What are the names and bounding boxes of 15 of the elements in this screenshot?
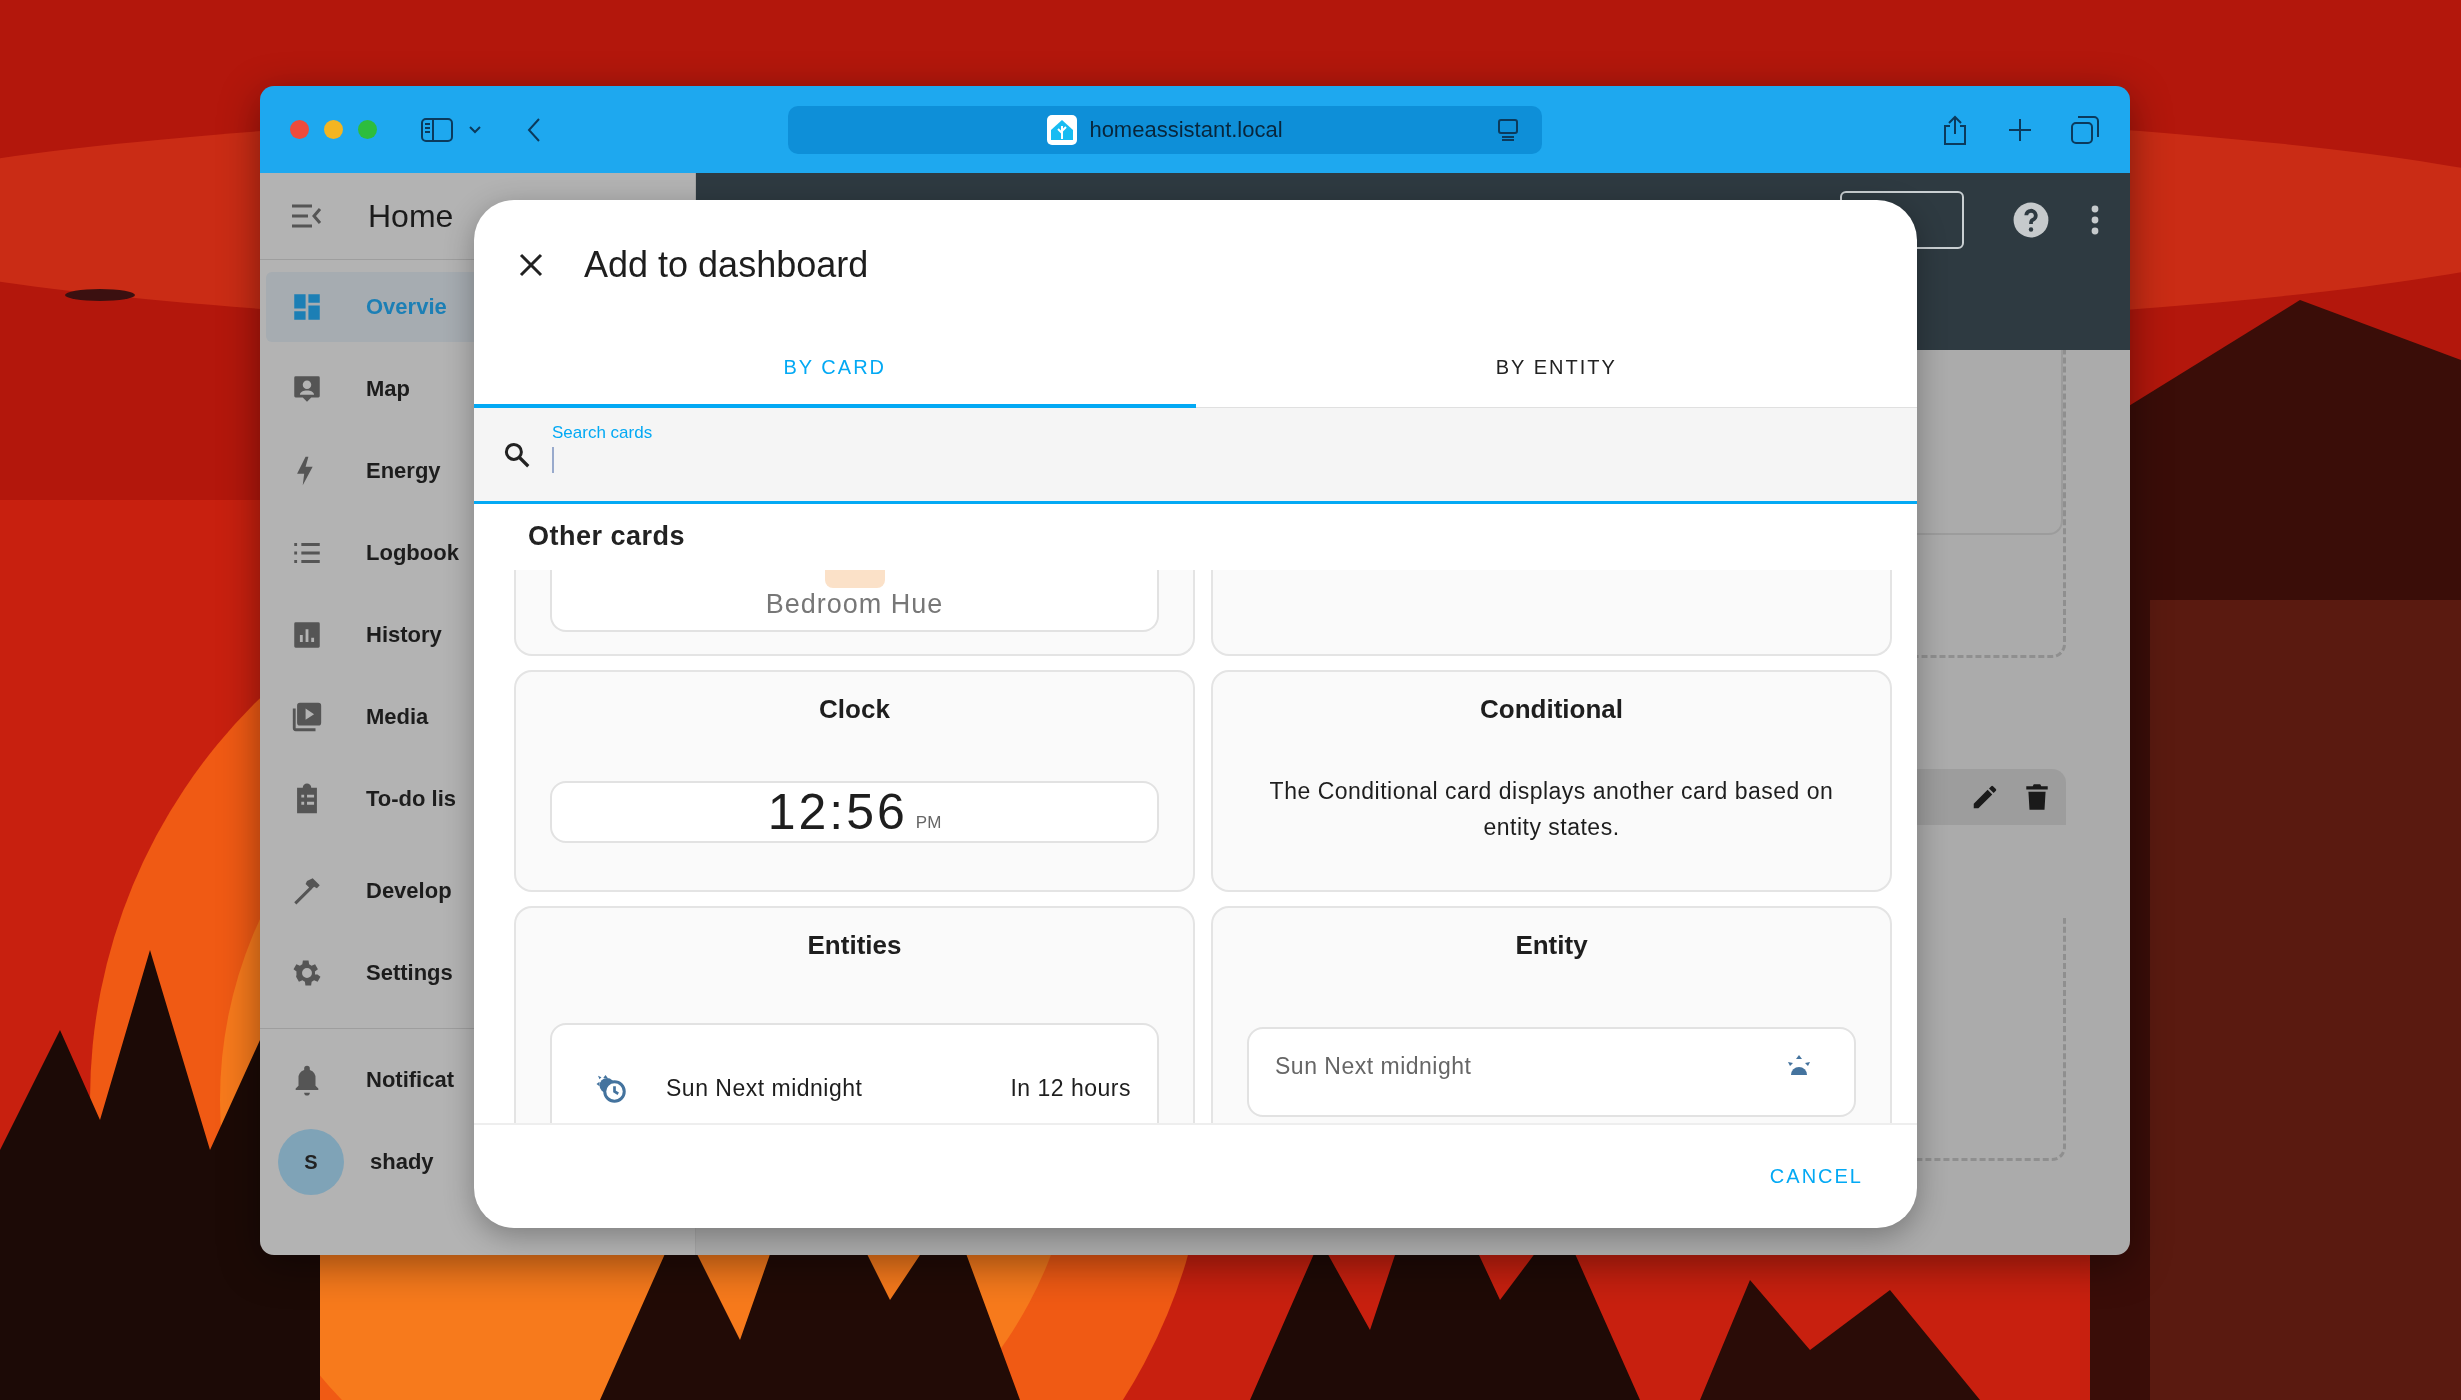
- card-title: Conditional: [1479, 694, 1624, 725]
- entity-state: In 12 hours: [1010, 1075, 1131, 1102]
- dialog-title: Add to dashboard: [584, 244, 869, 286]
- clock-time: 12:56: [767, 783, 908, 841]
- entity-name: Sun Next midnight: [1275, 1053, 1472, 1080]
- sidebar-title: Home: [368, 197, 454, 235]
- entity-name: Sun Next midnight: [666, 1075, 864, 1102]
- entity-name: Bedroom Hue: [765, 589, 944, 620]
- card-title: Clock: [818, 694, 891, 725]
- card-description: The Conditional card displays another card based on entity states.: [1268, 777, 1835, 842]
- clock-period: PM: [915, 813, 942, 833]
- url-text: homeassistant.local: [1089, 116, 1283, 143]
- card-title: Entities: [806, 930, 903, 961]
- avatar: S: [278, 1129, 344, 1195]
- card-title: Entity: [1514, 930, 1589, 961]
